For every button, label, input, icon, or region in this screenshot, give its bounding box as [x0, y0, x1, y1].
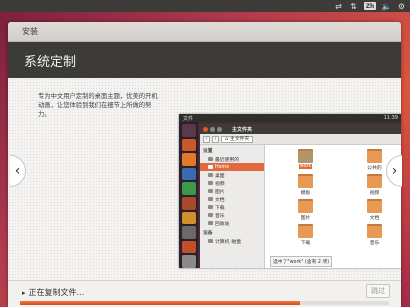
screenshot-app-label: 文件 — [183, 115, 194, 122]
progress-bar — [20, 301, 389, 305]
chevron-right-icon: › — [391, 163, 398, 179]
fm-file: 下载 — [278, 224, 333, 246]
slide-description: 专为中文用户定制的桌面主题，优美的开机动画，让您体验到我们在细节上所做的努力。 — [38, 93, 158, 118]
folder-icon — [298, 199, 313, 213]
folder-icon — [298, 224, 313, 238]
files-icon — [181, 138, 196, 152]
skip-button[interactable]: 跳过 — [366, 284, 390, 298]
clock-icon — [208, 157, 213, 161]
download-icon — [208, 205, 213, 209]
slide-screenshot: 文件 11:39 主文件夹 ‹ › ⌂ 主文件夹 设置 最近使用的 Home 桌… — [179, 114, 401, 268]
fm-minimize-icon — [210, 126, 215, 132]
fm-place-downloads: 下载 — [200, 203, 264, 211]
window-title: 安装 — [8, 22, 401, 42]
folder-icon — [367, 224, 382, 238]
fm-file: 图片 — [278, 199, 333, 221]
music-icon — [208, 213, 213, 217]
installer-window: 安装 系统定制 专为中文用户定制的桌面主题，优美的开机动画，让您体验到我们在细节… — [8, 22, 401, 307]
fm-section-title: 设置 — [203, 149, 213, 154]
software-center-icon — [181, 211, 196, 225]
fm-back-icon: ‹ — [203, 135, 210, 143]
chevron-left-icon: ‹ — [14, 163, 21, 179]
gear-icon[interactable]: ⚙ — [397, 2, 406, 11]
expand-triangle-icon[interactable]: ▸ — [22, 289, 26, 297]
folder-icon — [367, 174, 382, 188]
trash-icon — [208, 221, 213, 225]
fm-window-title: 主文件夹 — [232, 126, 253, 133]
document-icon — [208, 197, 213, 201]
fm-place-trash: 回收站 — [200, 219, 264, 227]
fm-place-desktop: 桌面 — [200, 171, 264, 179]
progress-label-row[interactable]: ▸ 正在复制文件... — [22, 287, 84, 298]
fm-place-recent: 最近使用的 — [200, 155, 264, 163]
home-icon: ⌂ — [225, 136, 229, 142]
video-icon — [208, 181, 213, 185]
fm-maximize-icon — [217, 126, 222, 132]
impress-icon — [181, 196, 196, 210]
folder-icon — [367, 199, 382, 213]
fm-file: 模板 — [278, 174, 333, 196]
volume-icon[interactable]: 🔈 — [382, 2, 392, 11]
fm-titlebar: 主文件夹 — [200, 124, 401, 134]
fm-place-videos: 视频 — [200, 179, 264, 187]
input-method-indicator[interactable]: Zh — [364, 2, 376, 10]
picture-icon — [208, 189, 213, 193]
screenshot-filemanager: 主文件夹 ‹ › ⌂ 主文件夹 设置 最近使用的 Home 桌面 视频 图片 文… — [200, 124, 401, 268]
computer-icon — [208, 239, 213, 243]
desktop-icon — [208, 173, 213, 177]
fm-place-home: Home — [200, 163, 264, 171]
top-panel: ⇄ ⇅ Zh 🔈 ⚙ — [0, 0, 410, 12]
fm-section-title: 设备 — [203, 231, 213, 236]
writer-icon — [181, 167, 196, 181]
fm-path-button: ⌂ 主文件夹 — [221, 135, 254, 143]
fm-place-documents: 文档 — [200, 195, 264, 203]
dash-icon — [181, 124, 196, 137]
folder-icon — [298, 174, 313, 188]
fm-place-music: 音乐 — [200, 211, 264, 219]
home-icon — [208, 165, 213, 169]
fm-file: 文档 — [347, 199, 401, 221]
fm-place-computer: 计算机 磁盘 — [200, 237, 264, 245]
page-heading: 系统定制 — [8, 42, 401, 78]
calc-icon — [181, 182, 196, 195]
app-icon — [181, 240, 196, 254]
swap-icon[interactable]: ⇄ — [334, 2, 343, 11]
fm-toolbar: ‹ › ⌂ 主文件夹 — [200, 134, 401, 145]
fm-place-pictures: 图片 — [200, 187, 264, 195]
updown-arrows-icon[interactable]: ⇅ — [349, 2, 358, 11]
folder-icon — [298, 149, 313, 163]
install-footer: ▸ 正在复制文件... 跳过 — [8, 280, 401, 307]
fm-status: 选中了"work" (含有 2 项) — [270, 256, 333, 267]
fm-file: work — [278, 149, 333, 171]
fm-sidebar: 设置 最近使用的 Home 桌面 视频 图片 文档 下载 音乐 回收站 设备 计… — [200, 145, 265, 268]
fm-path-label: 主文件夹 — [230, 136, 250, 142]
screenshot-clock: 11:39 — [383, 115, 398, 121]
fm-forward-icon: › — [212, 135, 219, 143]
folder-icon — [367, 149, 382, 163]
settings-icon — [181, 226, 196, 239]
progress-label: 正在复制文件... — [28, 288, 85, 297]
trash-icon — [181, 255, 196, 268]
screenshot-launcher — [179, 122, 198, 268]
fm-close-icon — [203, 126, 208, 132]
screenshot-top-panel: 文件 11:39 — [179, 114, 401, 122]
fm-file-area: work 公共的 模板 视频 图片 文档 下载 音乐 — [266, 145, 401, 268]
fm-file: 音乐 — [347, 224, 401, 246]
firefox-icon — [181, 153, 196, 166]
progress-fill — [20, 301, 301, 305]
